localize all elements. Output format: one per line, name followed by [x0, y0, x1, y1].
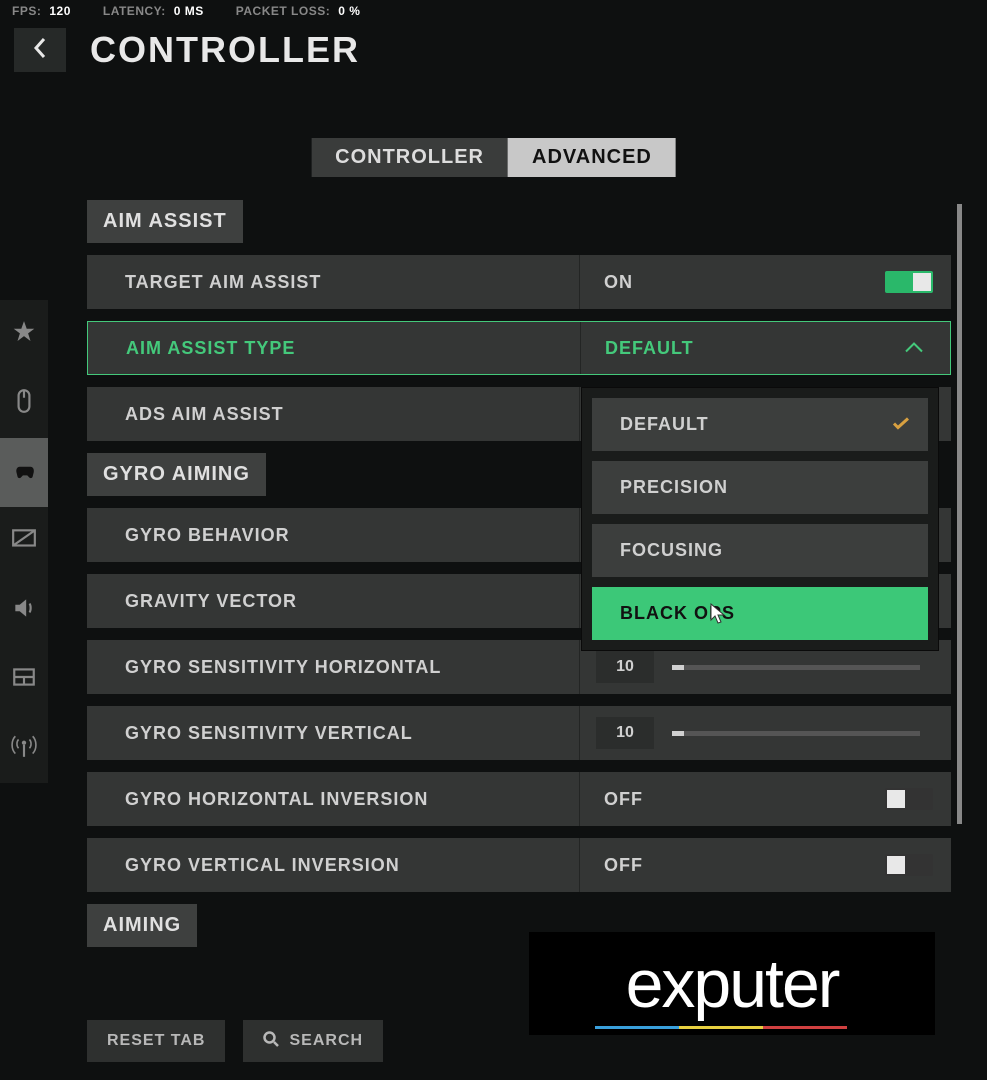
button-label: RESET TAB	[107, 1032, 205, 1050]
option-label: DEFAULT	[620, 414, 709, 435]
category-sidebar	[0, 300, 48, 783]
chevron-left-icon	[32, 37, 48, 64]
dropdown-option-default[interactable]: DEFAULT	[592, 398, 928, 451]
packetloss-value: 0 %	[338, 4, 360, 18]
setting-value: ON	[580, 255, 951, 309]
slider-value: 10	[596, 717, 654, 749]
sidebar-item-graphics[interactable]	[0, 507, 48, 576]
toggle-on[interactable]	[885, 271, 933, 293]
fps-value: 120	[49, 4, 71, 18]
setting-label: AIM ASSIST TYPE	[88, 322, 581, 374]
packetloss-label: PACKET LOSS:	[236, 4, 330, 18]
search-icon	[263, 1031, 279, 1052]
setting-label: TARGET AIM ASSIST	[87, 255, 580, 309]
option-label: BLACK OPS	[620, 603, 735, 624]
slider[interactable]: 10	[580, 706, 951, 760]
layout-icon	[11, 664, 37, 695]
mouse-icon	[11, 388, 37, 419]
page-header: CONTROLLER	[14, 28, 360, 72]
latency-label: LATENCY:	[103, 4, 166, 18]
setting-value-text: OFF	[604, 855, 643, 876]
sidebar-item-network[interactable]	[0, 714, 48, 783]
setting-label: GRAVITY VECTOR	[87, 574, 580, 628]
scrollbar[interactable]	[957, 204, 962, 824]
sidebar-item-audio[interactable]	[0, 576, 48, 645]
page-title: CONTROLLER	[90, 29, 360, 71]
setting-value-text: DEFAULT	[605, 338, 694, 359]
watermark-text: exputer	[626, 945, 839, 1023]
settings-tabs: CONTROLLER ADVANCED	[311, 138, 676, 177]
setting-target-aim-assist[interactable]: TARGET AIM ASSIST ON	[87, 255, 951, 309]
packetloss-stat: PACKET LOSS: 0 %	[236, 4, 361, 18]
watermark-underline	[595, 1026, 847, 1029]
bottom-actions: RESET TAB SEARCH	[87, 1020, 383, 1062]
search-button[interactable]: SEARCH	[243, 1020, 383, 1062]
setting-gyro-horizontal-inversion[interactable]: GYRO HORIZONTAL INVERSION OFF	[87, 772, 951, 826]
slider-track[interactable]	[672, 731, 920, 736]
latency-value: 0 MS	[174, 4, 204, 18]
speaker-icon	[11, 595, 37, 626]
network-stats: FPS: 120 LATENCY: 0 MS PACKET LOSS: 0 %	[12, 4, 360, 18]
toggle-off[interactable]	[885, 854, 933, 876]
tab-controller[interactable]: CONTROLLER	[311, 138, 508, 177]
setting-value-text: ON	[604, 272, 633, 293]
sidebar-item-general[interactable]	[0, 300, 48, 369]
section-aim-assist: AIM ASSIST	[87, 200, 243, 243]
latency-stat: LATENCY: 0 MS	[103, 4, 204, 18]
sidebar-item-controller[interactable]	[0, 438, 48, 507]
exputer-watermark: exputer	[529, 932, 935, 1035]
setting-label: ADS AIM ASSIST	[87, 387, 580, 441]
setting-label: GYRO VERTICAL INVERSION	[87, 838, 580, 892]
section-gyro-aiming: GYRO AIMING	[87, 453, 266, 496]
dropdown-option-black-ops[interactable]: BLACK OPS	[592, 587, 928, 640]
option-label: FOCUSING	[620, 540, 723, 561]
setting-gyro-vertical-inversion[interactable]: GYRO VERTICAL INVERSION OFF	[87, 838, 951, 892]
fps-stat: FPS: 120	[12, 4, 71, 18]
chevron-up-icon	[904, 338, 924, 359]
slider-value: 10	[596, 651, 654, 683]
setting-value-text: OFF	[604, 789, 643, 810]
option-label: PRECISION	[620, 477, 728, 498]
dropdown-option-precision[interactable]: PRECISION	[592, 461, 928, 514]
setting-label: GYRO SENSITIVITY HORIZONTAL	[87, 640, 580, 694]
aim-assist-type-dropdown: DEFAULT PRECISION FOCUSING BLACK OPS	[581, 387, 939, 651]
monitor-icon	[11, 526, 37, 557]
tab-advanced[interactable]: ADVANCED	[508, 138, 676, 177]
setting-value: OFF	[580, 772, 951, 826]
check-icon	[892, 414, 910, 435]
reset-tab-button[interactable]: RESET TAB	[87, 1020, 225, 1062]
setting-label: GYRO BEHAVIOR	[87, 508, 580, 562]
toggle-off[interactable]	[885, 788, 933, 810]
sidebar-item-interface[interactable]	[0, 645, 48, 714]
setting-label: GYRO HORIZONTAL INVERSION	[87, 772, 580, 826]
dropdown-option-focusing[interactable]: FOCUSING	[592, 524, 928, 577]
setting-value: OFF	[580, 838, 951, 892]
setting-gyro-sens-vertical[interactable]: GYRO SENSITIVITY VERTICAL 10	[87, 706, 951, 760]
button-label: SEARCH	[289, 1032, 363, 1050]
star-icon	[11, 319, 37, 350]
slider-track[interactable]	[672, 665, 920, 670]
setting-value: DEFAULT	[581, 322, 950, 374]
gamepad-icon	[11, 457, 37, 488]
sidebar-item-mouse[interactable]	[0, 369, 48, 438]
fps-label: FPS:	[12, 4, 41, 18]
setting-label: GYRO SENSITIVITY VERTICAL	[87, 706, 580, 760]
setting-aim-assist-type[interactable]: AIM ASSIST TYPE DEFAULT	[87, 321, 951, 375]
back-button[interactable]	[14, 28, 66, 72]
section-aiming: AIMING	[87, 904, 197, 947]
antenna-icon	[11, 733, 37, 764]
